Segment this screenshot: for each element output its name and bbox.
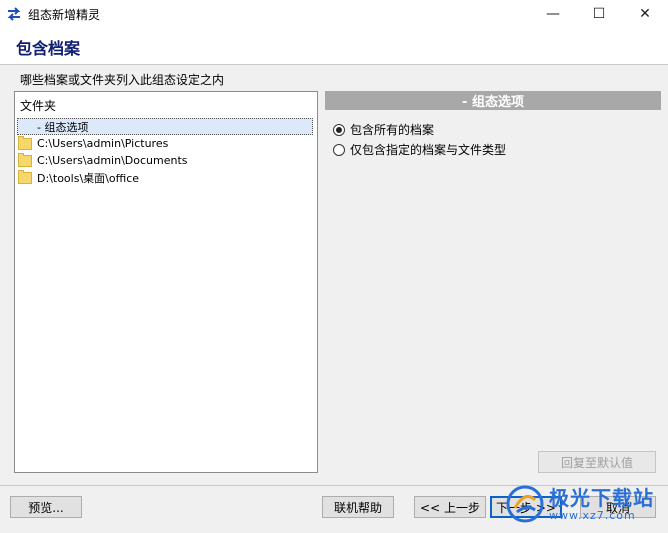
folder-tree[interactable]: 文件夹 - 组态选项 C:\Users\admin\Pictures C:\Us… xyxy=(14,91,318,473)
maximize-button[interactable]: ☐ xyxy=(576,0,622,28)
folder-icon xyxy=(18,169,32,184)
tree-column-header: 文件夹 xyxy=(20,99,57,113)
footer-divider xyxy=(0,485,668,486)
tree-item[interactable]: C:\Users\admin\Pictures xyxy=(18,135,168,152)
tree-item[interactable]: C:\Users\admin\Documents xyxy=(18,152,188,169)
back-button[interactable]: << 上一步 xyxy=(414,496,486,518)
help-button[interactable]: 联机帮助 xyxy=(322,496,394,518)
radio-unchecked-icon[interactable] xyxy=(333,143,345,156)
window-title: 组态新增精灵 xyxy=(28,7,101,22)
radio-include-all[interactable]: 包含所有的档案 xyxy=(333,121,434,138)
tree-item-label: C:\Users\admin\Documents xyxy=(37,154,188,167)
next-button[interactable]: 下一步 >> xyxy=(490,496,562,518)
page-title: 包含档案 xyxy=(16,39,81,58)
instruction-text: 哪些档案或文件夹列入此组态设定之内 xyxy=(20,73,225,87)
folder-icon xyxy=(18,135,32,150)
close-button[interactable]: ✕ xyxy=(622,0,668,28)
minimize-button[interactable]: — xyxy=(530,0,576,28)
app-icon xyxy=(7,7,21,21)
tree-item[interactable]: D:\tools\桌面\office xyxy=(18,169,139,186)
cancel-button[interactable]: 取消 xyxy=(580,496,656,518)
preview-button[interactable]: 预览... xyxy=(10,496,82,518)
tree-item-label: D:\tools\桌面\office xyxy=(37,171,140,185)
title-bar: 组态新增精灵 — ☐ ✕ xyxy=(0,0,668,28)
options-header: - 组态选项 xyxy=(325,91,661,110)
radio-include-specific[interactable]: 仅包含指定的档案与文件类型 xyxy=(333,141,506,158)
radio-include-all-label: 包含所有的档案 xyxy=(350,123,435,137)
tree-root-item[interactable]: - 组态选项 xyxy=(17,118,313,135)
folder-icon xyxy=(18,152,32,167)
tree-root-label: - 组态选项 xyxy=(37,120,89,134)
restore-default-button[interactable]: 回复至默认值 xyxy=(538,451,656,473)
radio-include-specific-label: 仅包含指定的档案与文件类型 xyxy=(350,143,507,157)
header-band: 包含档案 xyxy=(0,28,668,65)
radio-checked-icon[interactable] xyxy=(333,123,345,136)
tree-item-label: C:\Users\admin\Pictures xyxy=(37,137,169,150)
